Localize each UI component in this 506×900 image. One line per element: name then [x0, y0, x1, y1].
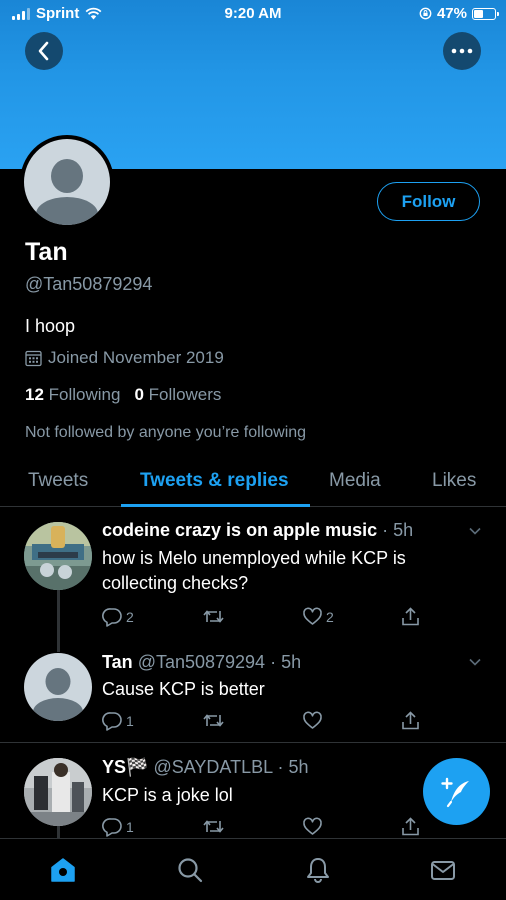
followers-link[interactable]: 0 Followers	[134, 385, 221, 405]
reply-button[interactable]: 1	[102, 710, 134, 731]
tweet-actions: 2 2	[102, 606, 432, 628]
more-horizontal-icon	[451, 48, 473, 54]
share-icon	[402, 817, 419, 836]
followers-label: Followers	[148, 385, 222, 404]
like-button[interactable]	[302, 710, 323, 731]
reply-count: 1	[126, 818, 134, 835]
profile-handle: @Tan50879294	[25, 274, 153, 294]
joined-label: Joined November 2019	[48, 348, 224, 367]
share-icon	[402, 711, 419, 730]
retweet-button[interactable]	[202, 606, 225, 627]
home-icon	[51, 858, 75, 882]
reply-button[interactable]: 2	[102, 606, 134, 627]
profile-bio: I hoop	[25, 316, 76, 336]
retweet-icon	[203, 820, 224, 833]
like-button[interactable]	[302, 816, 323, 837]
status-bar: Sprint 9:20 AM 47%	[0, 0, 506, 28]
heart-icon	[303, 607, 322, 625]
heart-icon	[303, 711, 322, 729]
battery-percent: 47%	[436, 5, 467, 22]
default-avatar-body	[33, 698, 83, 721]
following-label: Following	[48, 385, 121, 404]
tweet-avatar[interactable]	[24, 522, 92, 590]
tab-likes[interactable]: Likes	[432, 470, 476, 492]
reply-icon	[102, 608, 122, 627]
tweet-time: · 5h	[270, 652, 302, 672]
tab-media[interactable]: Media	[329, 470, 381, 492]
tweet-author-name[interactable]: Tan	[102, 652, 133, 672]
compose-tweet-button[interactable]	[423, 758, 490, 825]
compose-feather-icon	[440, 777, 469, 807]
tweet-time: · 5h	[277, 757, 309, 777]
orientation-lock-icon	[419, 7, 432, 20]
retweet-button[interactable]	[202, 710, 225, 731]
tweet-author-handle: @SAYDATLBL	[153, 757, 273, 777]
joined-date: Joined November 2019	[25, 348, 224, 368]
user-photo-avatar	[24, 758, 92, 826]
search-icon	[178, 858, 203, 883]
tweet[interactable]: Tan @Tan50879294 · 5h Cause KCP is bette…	[0, 644, 506, 742]
tweet-header: codeine crazy is on apple music · 5h	[102, 520, 413, 541]
tweet-author-handle: @Tan50879294	[137, 652, 266, 672]
bottom-navigation	[0, 838, 506, 900]
share-button[interactable]	[400, 606, 421, 627]
following-link[interactable]: 12 Following	[25, 385, 120, 405]
nav-home[interactable]	[48, 855, 78, 885]
following-count: 12	[25, 385, 44, 404]
profile-name: Tan	[25, 238, 68, 266]
reply-count: 2	[126, 608, 134, 625]
tweet-text: Cause KCP is better	[102, 679, 265, 699]
tweet-header: YS🏁 @SAYDATLBL · 5h	[102, 757, 308, 778]
not-followed-notice: Not followed by anyone you’re following	[25, 424, 307, 441]
tweet-header: Tan @Tan50879294 · 5h	[102, 652, 301, 673]
default-avatar-head	[45, 668, 71, 695]
follow-button[interactable]: Follow	[377, 182, 480, 221]
follow-counts: 12 Following 0 Followers	[25, 385, 221, 405]
like-button[interactable]: 2	[302, 606, 334, 627]
tweet-author-name[interactable]: YS🏁	[102, 757, 148, 777]
notifications-icon	[307, 858, 329, 883]
profile-tabs: Tweets Tweets & replies Media Likes	[0, 455, 506, 507]
user-photo-avatar	[24, 522, 92, 590]
tweet-avatar[interactable]	[24, 653, 92, 721]
tweet-actions: 1	[102, 710, 432, 732]
back-button[interactable]	[25, 32, 63, 70]
retweet-button[interactable]	[202, 816, 225, 837]
profile-avatar[interactable]	[20, 135, 114, 229]
active-tab-indicator	[121, 504, 310, 507]
tweet-author-name[interactable]: codeine crazy is on apple music	[102, 520, 377, 540]
tab-tweets[interactable]: Tweets	[28, 470, 88, 492]
tweet-time: · 5h	[382, 520, 414, 540]
nav-messages[interactable]	[428, 855, 458, 885]
reply-icon	[102, 712, 122, 731]
heart-icon	[303, 817, 322, 835]
default-avatar-head	[51, 159, 83, 193]
reply-icon	[102, 818, 122, 837]
calendar-icon	[25, 350, 42, 366]
nav-search[interactable]	[175, 855, 205, 885]
chevron-down-icon[interactable]	[468, 655, 482, 669]
like-count: 2	[326, 608, 334, 625]
nav-notifications[interactable]	[303, 855, 333, 885]
tweet-text: how is Melo unemployed while KCP is coll…	[102, 548, 406, 593]
battery-icon	[472, 7, 499, 20]
share-icon	[402, 607, 419, 626]
messages-icon	[431, 861, 455, 880]
share-button[interactable]	[400, 816, 421, 837]
tweet-avatar[interactable]	[24, 758, 92, 826]
more-options-button[interactable]	[443, 32, 481, 70]
tweet[interactable]: codeine crazy is on apple music · 5h how…	[0, 508, 506, 644]
followers-count: 0	[134, 385, 144, 404]
tab-tweets-replies[interactable]: Tweets & replies	[140, 470, 289, 492]
tweet-actions: 1	[102, 816, 432, 838]
chevron-left-icon	[38, 41, 49, 61]
default-avatar-body	[36, 197, 98, 225]
reply-button[interactable]: 1	[102, 816, 134, 837]
share-button[interactable]	[400, 710, 421, 731]
chevron-down-icon[interactable]	[468, 524, 482, 538]
reply-count: 1	[126, 712, 134, 729]
retweet-icon	[203, 714, 224, 727]
retweet-icon	[203, 610, 224, 623]
